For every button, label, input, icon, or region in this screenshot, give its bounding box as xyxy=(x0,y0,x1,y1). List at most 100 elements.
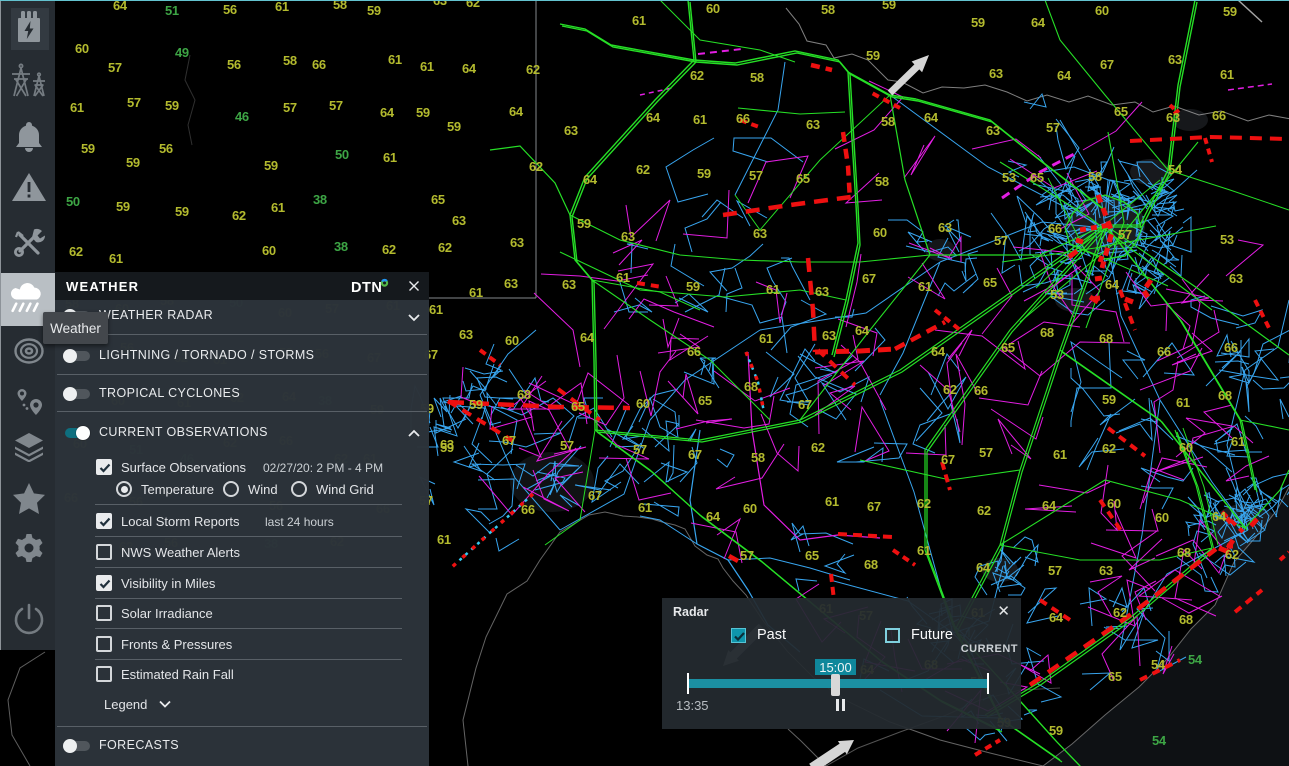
svg-text:64: 64 xyxy=(646,110,661,125)
svg-text:60: 60 xyxy=(1107,496,1121,511)
svg-text:59: 59 xyxy=(447,119,461,134)
svg-text:53: 53 xyxy=(1002,170,1016,185)
svg-text:59: 59 xyxy=(697,166,711,181)
svg-text:63: 63 xyxy=(621,229,635,244)
svg-text:38: 38 xyxy=(334,239,348,254)
svg-text:53: 53 xyxy=(1050,287,1064,302)
svg-text:65: 65 xyxy=(698,393,712,408)
svg-text:62: 62 xyxy=(1225,547,1239,562)
svg-text:61: 61 xyxy=(271,200,285,215)
svg-text:68: 68 xyxy=(744,379,758,394)
svg-text:59: 59 xyxy=(971,15,985,30)
svg-text:62: 62 xyxy=(1113,605,1127,620)
svg-text:56: 56 xyxy=(223,2,237,17)
svg-text:64: 64 xyxy=(509,104,524,119)
svg-text:62: 62 xyxy=(69,244,83,259)
svg-text:67: 67 xyxy=(867,499,881,514)
svg-text:38: 38 xyxy=(313,192,327,207)
svg-text:57: 57 xyxy=(749,168,763,183)
svg-text:59: 59 xyxy=(1102,392,1116,407)
svg-text:64: 64 xyxy=(706,509,721,524)
svg-text:58: 58 xyxy=(333,0,347,12)
svg-text:61: 61 xyxy=(109,251,123,266)
svg-text:63: 63 xyxy=(989,66,1003,81)
svg-text:58: 58 xyxy=(751,450,765,465)
svg-text:63: 63 xyxy=(1099,563,1113,578)
svg-text:65: 65 xyxy=(1030,170,1044,185)
svg-text:60: 60 xyxy=(873,225,887,240)
svg-text:61: 61 xyxy=(766,282,780,297)
svg-text:63: 63 xyxy=(986,123,1000,138)
svg-text:61: 61 xyxy=(759,331,773,346)
svg-text:63: 63 xyxy=(1168,52,1182,67)
svg-text:59: 59 xyxy=(1049,723,1063,738)
svg-text:64: 64 xyxy=(1042,498,1057,513)
svg-text:58: 58 xyxy=(875,174,889,189)
svg-text:64: 64 xyxy=(976,560,991,575)
svg-text:62: 62 xyxy=(943,382,957,397)
svg-text:61: 61 xyxy=(383,150,397,165)
svg-text:68: 68 xyxy=(1177,545,1191,560)
svg-text:62: 62 xyxy=(690,68,704,83)
svg-text:57: 57 xyxy=(1118,227,1132,242)
svg-text:60: 60 xyxy=(706,1,720,16)
svg-text:61: 61 xyxy=(388,52,402,67)
svg-text:61: 61 xyxy=(1176,395,1190,410)
svg-text:65: 65 xyxy=(796,171,810,186)
svg-text:62: 62 xyxy=(977,503,991,518)
svg-text:62: 62 xyxy=(232,208,246,223)
svg-text:61: 61 xyxy=(632,13,646,28)
svg-text:63: 63 xyxy=(938,220,952,235)
svg-text:66: 66 xyxy=(521,502,535,517)
svg-text:66: 66 xyxy=(1157,344,1171,359)
svg-text:65: 65 xyxy=(431,192,445,207)
svg-text:62: 62 xyxy=(636,162,650,177)
svg-text:68: 68 xyxy=(1179,612,1193,627)
svg-text:64: 64 xyxy=(1031,15,1046,30)
svg-text:60: 60 xyxy=(75,41,89,56)
svg-text:63: 63 xyxy=(504,276,518,291)
svg-text:60: 60 xyxy=(505,333,519,348)
svg-text:61: 61 xyxy=(638,500,652,515)
svg-text:63: 63 xyxy=(822,328,836,343)
svg-text:67: 67 xyxy=(1100,57,1114,72)
svg-text:59: 59 xyxy=(175,204,189,219)
svg-text:46: 46 xyxy=(235,109,249,124)
svg-text:61: 61 xyxy=(420,59,434,74)
svg-text:60: 60 xyxy=(743,501,757,516)
svg-text:63: 63 xyxy=(564,123,578,138)
svg-text:59: 59 xyxy=(165,98,179,113)
svg-text:56: 56 xyxy=(159,141,173,156)
svg-text:60: 60 xyxy=(1155,510,1169,525)
svg-text:DTN: DTN xyxy=(351,280,382,295)
svg-text:60: 60 xyxy=(1179,440,1193,455)
svg-text:59: 59 xyxy=(416,105,430,120)
svg-text:62: 62 xyxy=(529,159,543,174)
svg-text:67: 67 xyxy=(798,397,812,412)
svg-text:59: 59 xyxy=(866,48,880,63)
svg-text:68: 68 xyxy=(864,557,878,572)
svg-text:66: 66 xyxy=(1048,221,1062,236)
svg-text:57: 57 xyxy=(127,95,141,110)
svg-text:67: 67 xyxy=(862,271,876,286)
svg-text:50: 50 xyxy=(335,147,349,162)
svg-text:59: 59 xyxy=(577,216,591,231)
svg-text:63: 63 xyxy=(459,327,473,342)
svg-text:54: 54 xyxy=(1151,657,1166,672)
svg-text:51: 51 xyxy=(165,3,179,18)
svg-text:58: 58 xyxy=(750,70,764,85)
svg-text:66: 66 xyxy=(312,57,326,72)
svg-text:58: 58 xyxy=(881,114,895,129)
svg-text:62: 62 xyxy=(466,0,480,10)
svg-text:66: 66 xyxy=(1224,340,1238,355)
svg-text:54: 54 xyxy=(1152,733,1167,748)
svg-text:66: 66 xyxy=(1212,108,1226,123)
svg-text:67: 67 xyxy=(502,433,516,448)
svg-text:59: 59 xyxy=(686,279,700,294)
svg-text:64: 64 xyxy=(855,323,870,338)
svg-text:63: 63 xyxy=(1166,110,1180,125)
svg-text:61: 61 xyxy=(275,0,289,14)
svg-text:58: 58 xyxy=(283,53,297,68)
svg-text:50: 50 xyxy=(66,194,80,209)
svg-text:57: 57 xyxy=(329,98,343,113)
